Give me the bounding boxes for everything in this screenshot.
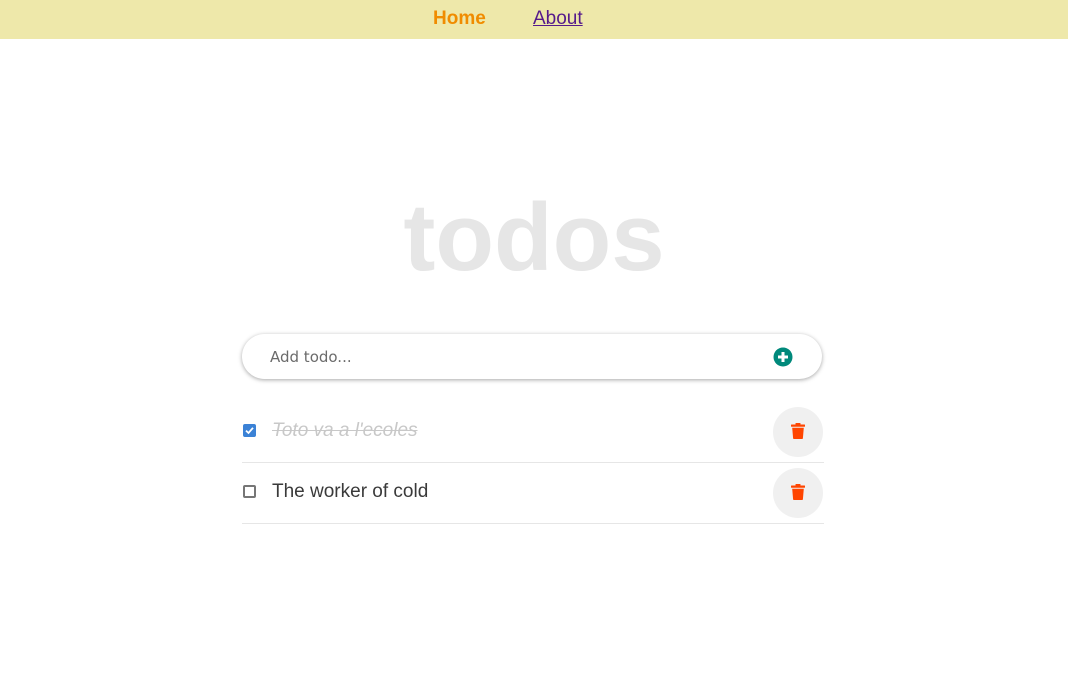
todo-text: Toto va a l'ecoles bbox=[272, 420, 418, 441]
todo-checkbox[interactable] bbox=[243, 485, 256, 498]
trash-icon bbox=[791, 484, 805, 500]
todo-text: The worker of cold bbox=[272, 481, 429, 502]
delete-todo-button[interactable] bbox=[773, 407, 823, 457]
todo-checkbox[interactable] bbox=[243, 424, 256, 437]
add-todo-button[interactable] bbox=[773, 347, 793, 367]
nav-link-about[interactable]: About bbox=[533, 8, 583, 30]
page-title: todos bbox=[403, 184, 665, 291]
todo-item: Toto va a l'ecoles bbox=[242, 401, 824, 463]
todo-item: The worker of cold bbox=[242, 462, 824, 524]
top-navbar: Home About bbox=[0, 0, 1068, 39]
add-todo-bar bbox=[242, 334, 822, 379]
nav-link-home[interactable]: Home bbox=[433, 8, 486, 30]
checkmark-icon bbox=[245, 427, 254, 435]
add-todo-input[interactable] bbox=[270, 334, 740, 379]
plus-circle-icon bbox=[773, 347, 793, 367]
delete-todo-button[interactable] bbox=[773, 468, 823, 518]
trash-icon bbox=[791, 423, 805, 439]
